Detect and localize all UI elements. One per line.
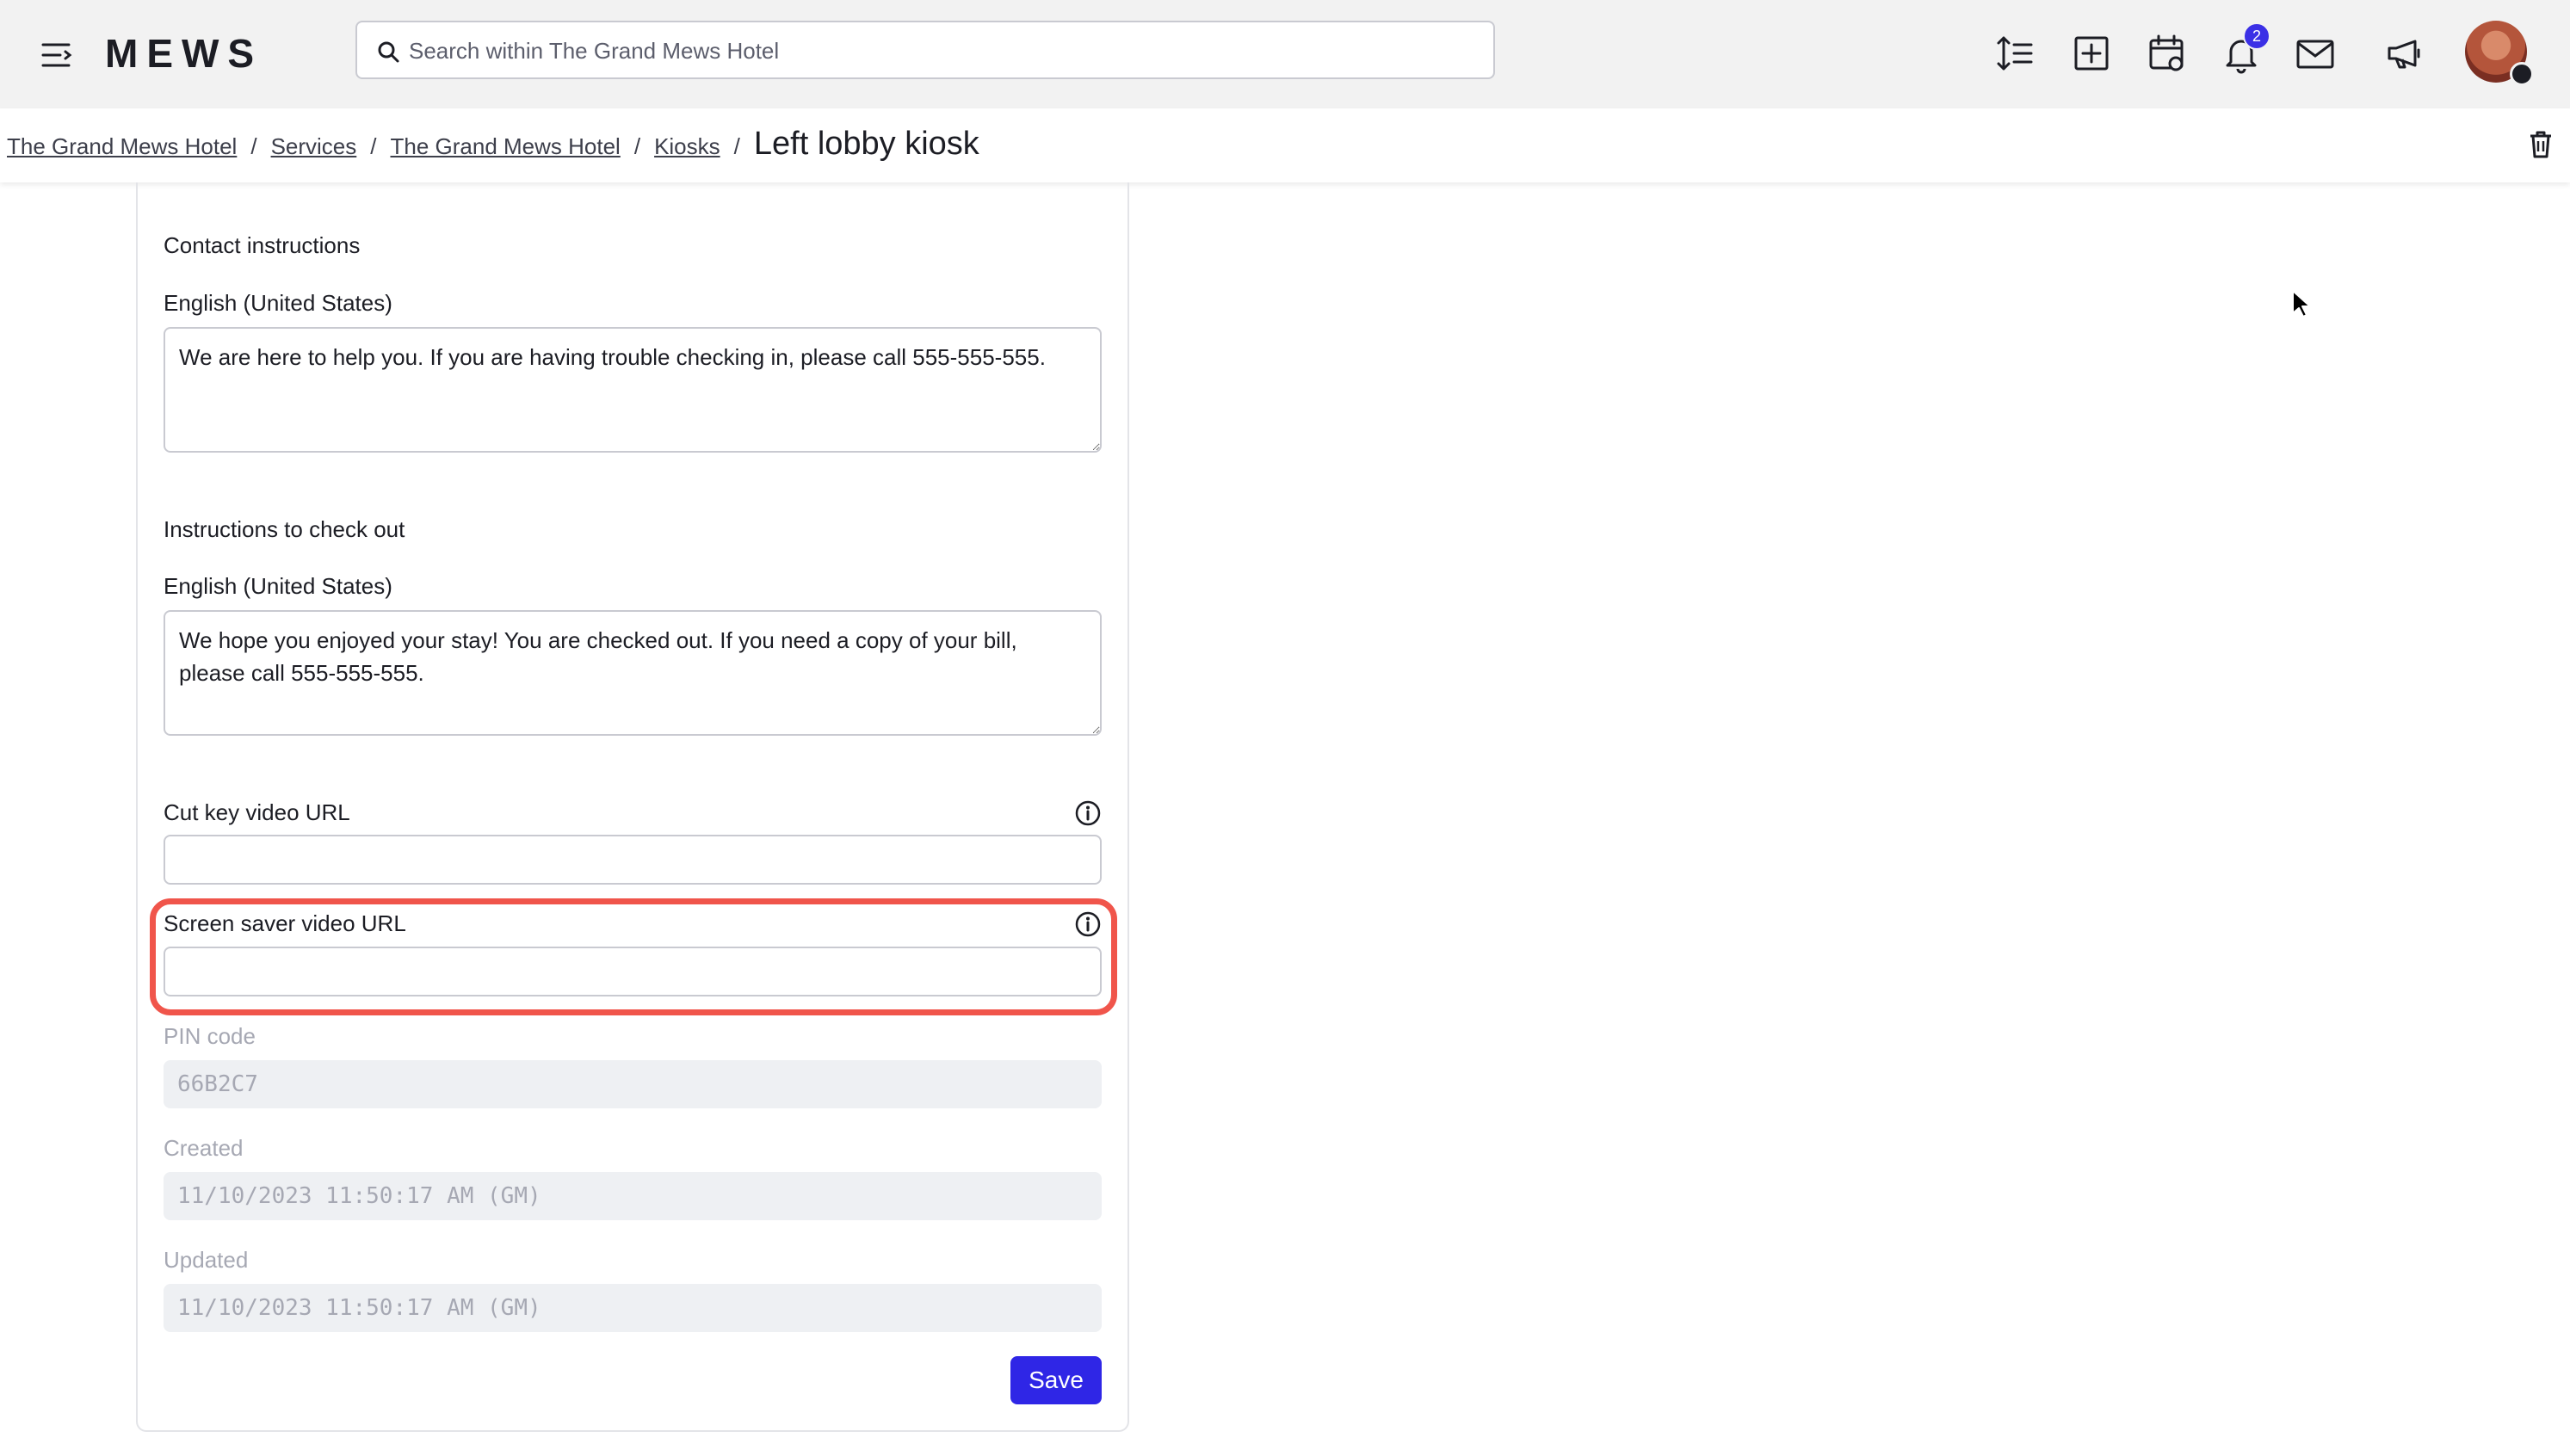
search-input[interactable] <box>407 31 1478 71</box>
save-button[interactable]: Save <box>1010 1356 1102 1404</box>
screen-saver-video-input[interactable] <box>164 947 1102 996</box>
mews-logo[interactable]: MEWS <box>105 31 312 74</box>
search-icon <box>378 41 399 63</box>
add-icon[interactable] <box>2071 33 2112 74</box>
breadcrumb-hotel[interactable]: The Grand Mews Hotel <box>7 133 237 160</box>
breadcrumb: The Grand Mews Hotel / Services / The Gr… <box>7 126 979 163</box>
contact-language-label: English (United States) <box>164 290 392 316</box>
screen-saver-video-label: Screen saver video URL <box>164 910 406 936</box>
logo-text: MEWS <box>105 31 263 74</box>
search-box[interactable] <box>355 21 1495 79</box>
menu-icon[interactable] <box>38 36 76 74</box>
cut-key-video-label: Cut key video URL <box>164 799 350 825</box>
created-field: 11/10/2023 11:50:17 AM (GM) <box>164 1172 1102 1220</box>
breadcrumb-separator: / <box>250 133 257 159</box>
checkout-instructions-label: Instructions to check out <box>164 516 405 542</box>
info-icon[interactable] <box>1074 910 1102 938</box>
cut-key-video-input[interactable] <box>164 835 1102 885</box>
updated-field: 11/10/2023 11:50:17 AM (GM) <box>164 1284 1102 1332</box>
breadcrumb-bar: The Grand Mews Hotel / Services / The Gr… <box>0 108 2570 182</box>
status-dot-icon <box>2510 62 2534 86</box>
mouse-cursor-icon <box>2292 290 2310 318</box>
breadcrumb-service-hotel[interactable]: The Grand Mews Hotel <box>391 133 621 160</box>
info-icon[interactable] <box>1074 799 1102 827</box>
breadcrumb-separator: / <box>733 133 740 159</box>
contact-instructions-label: Contact instructions <box>164 232 361 258</box>
breadcrumb-separator: / <box>633 133 641 159</box>
breadcrumb-kiosks[interactable]: Kiosks <box>654 133 720 160</box>
line-height-icon[interactable] <box>1995 33 2036 74</box>
page-title: Left lobby kiosk <box>753 126 979 162</box>
contact-instructions-textarea[interactable]: We are here to help you. If you are havi… <box>164 327 1102 453</box>
pin-code-field: 66B2C7 <box>164 1060 1102 1108</box>
megaphone-icon[interactable] <box>2384 33 2425 74</box>
pin-code-label: PIN code <box>164 1023 256 1049</box>
top-bar: MEWS 2 <box>0 0 2570 108</box>
breadcrumb-separator: / <box>370 133 377 159</box>
checkout-instructions-textarea[interactable]: We hope you enjoyed your stay! You are c… <box>164 610 1102 736</box>
trash-icon[interactable] <box>2527 129 2555 160</box>
notification-badge: 2 <box>2243 22 2270 50</box>
mail-icon[interactable] <box>2295 33 2336 74</box>
updated-label: Updated <box>164 1247 249 1273</box>
breadcrumb-services[interactable]: Services <box>271 133 357 160</box>
checkout-language-label: English (United States) <box>164 573 392 599</box>
calendar-icon[interactable] <box>2147 33 2188 74</box>
created-label: Created <box>164 1135 244 1161</box>
